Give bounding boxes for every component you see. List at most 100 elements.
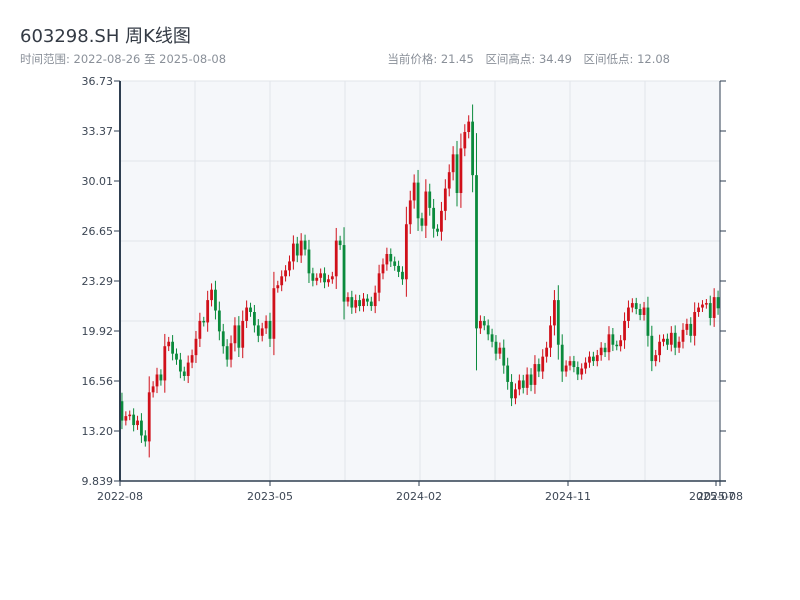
candle-body: [697, 307, 700, 313]
candle-body: [245, 307, 249, 321]
candle-body: [128, 414, 132, 417]
candle-body: [132, 414, 136, 426]
candle-body: [650, 335, 654, 362]
candle-body: [611, 334, 615, 345]
candle-body: [572, 361, 576, 368]
candle-body: [338, 240, 342, 246]
y-tick-label: 16.56: [82, 375, 114, 388]
candle-body: [381, 264, 385, 274]
y-tick-label: 26.65: [82, 225, 114, 238]
candle-body: [432, 207, 436, 229]
y-tick-label: 33.37: [82, 125, 114, 138]
candle-body: [677, 341, 681, 348]
candle-body: [202, 320, 206, 323]
candle-body: [385, 253, 389, 265]
candle-body: [440, 210, 443, 232]
candle-body: [701, 304, 704, 308]
candle-body: [514, 389, 517, 399]
candle-body: [459, 148, 463, 194]
candle-body: [689, 323, 693, 336]
candle-body: [646, 307, 650, 336]
candle-body: [147, 392, 151, 442]
candle-body: [241, 320, 245, 348]
candle-body: [599, 347, 603, 356]
candle-body: [214, 289, 217, 311]
x-tick-label: 2024-11: [545, 490, 591, 503]
candle-body: [167, 341, 171, 347]
candle-body: [362, 298, 365, 307]
candle-body: [541, 356, 545, 372]
candle-body: [217, 310, 221, 332]
candle-body: [366, 298, 369, 302]
candle-body: [253, 312, 256, 326]
candle-body: [564, 365, 568, 372]
candle-body: [482, 320, 486, 326]
candle-body: [276, 285, 280, 289]
candle-body: [264, 320, 268, 329]
candle-body: [233, 325, 237, 344]
candle-body: [704, 303, 708, 305]
candle-body: [186, 362, 190, 376]
candle-body: [443, 188, 447, 211]
x-tick-label: 2025-08: [697, 490, 743, 503]
candle-body: [638, 309, 642, 315]
candle-body: [140, 420, 143, 436]
candle-body: [642, 307, 646, 315]
candle-body: [475, 175, 478, 329]
y-tick-label: 23.29: [82, 275, 114, 288]
candle-body: [529, 374, 533, 385]
y-axis-ticks: 36.73 33.37 30.01 26.65 23.29 19.92 16.5…: [82, 75, 114, 488]
candle-body: [685, 323, 689, 330]
y-tick-label: 36.73: [82, 75, 114, 88]
candle-body: [194, 338, 198, 356]
candle-body: [327, 279, 330, 283]
candle-body: [568, 361, 572, 366]
candle-body: [416, 182, 420, 219]
candle-body: [471, 121, 474, 176]
candle-body: [447, 172, 451, 189]
candle-body: [634, 303, 638, 310]
candle-body: [288, 261, 291, 271]
candle-body: [467, 121, 471, 133]
candle-body: [666, 338, 669, 345]
candle-body: [576, 367, 580, 375]
y-tick-label: 9.839: [82, 475, 114, 488]
candle-body: [256, 325, 260, 336]
candle-body: [249, 307, 252, 313]
candle-body: [272, 288, 276, 339]
x-tick-label: 2023-05: [247, 490, 293, 503]
candle-body: [658, 341, 662, 356]
candle-body: [553, 300, 556, 326]
candle-body: [521, 380, 525, 388]
candle-body: [420, 218, 424, 226]
candle-body: [428, 191, 432, 208]
candle-body: [377, 273, 381, 293]
candle-body: [662, 338, 665, 342]
candle-body: [549, 325, 552, 348]
candle-body: [393, 261, 397, 266]
candle-body: [591, 356, 595, 362]
candle-body: [319, 273, 323, 278]
candle-body: [210, 289, 213, 301]
candle-body: [533, 364, 537, 385]
candle-body: [334, 240, 338, 277]
candle-body: [315, 277, 319, 281]
candle-body: [494, 341, 498, 354]
candle-body: [369, 301, 373, 307]
candle-body: [268, 320, 272, 339]
candle-body: [389, 253, 393, 262]
candle-body: [260, 328, 264, 336]
candle-body: [182, 371, 186, 376]
candle-body: [291, 243, 295, 262]
candle-body: [178, 359, 182, 372]
y-tick-label: 30.01: [82, 175, 114, 188]
candle-body: [397, 265, 400, 272]
candle-body: [506, 365, 510, 382]
candle-body: [708, 303, 712, 318]
candle-body: [510, 381, 513, 399]
candle-body: [436, 228, 439, 232]
candle-body: [517, 380, 521, 390]
candle-body: [595, 355, 599, 362]
candle-body: [669, 332, 673, 345]
candlestick-chart: 36.73 33.37 30.01 26.65 23.29 19.92 16.5…: [82, 75, 743, 503]
